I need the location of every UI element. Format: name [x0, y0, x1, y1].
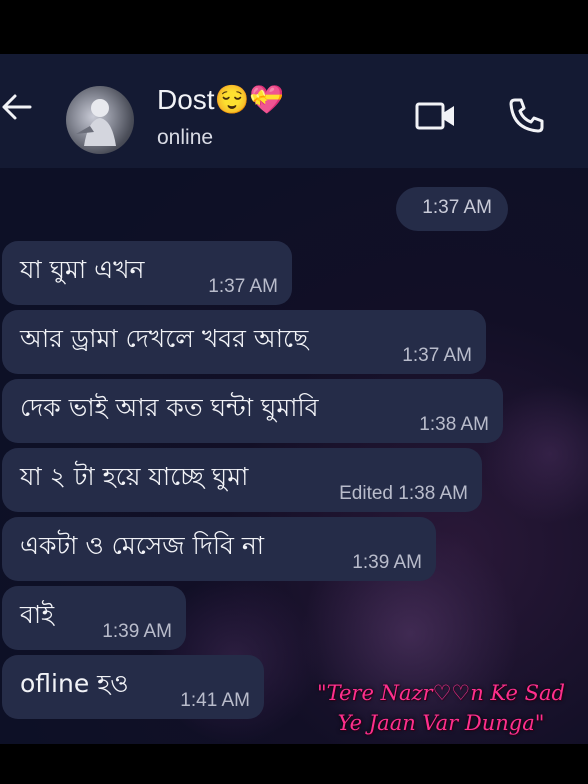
message-text: যা ২ টা হয়ে যাচ্ছে ঘুমা: [20, 462, 249, 491]
chat-screen: Dost😌💝 online 1:37 AM যা ঘুমা এখন 1:37 A…: [0, 54, 588, 744]
phone-icon: [509, 98, 544, 133]
chat-header: Dost😌💝 online: [0, 54, 588, 168]
message-bubble[interactable]: যা ঘুমা এখন 1:37 AM: [2, 241, 292, 305]
message-text: বাই: [20, 600, 55, 629]
back-button[interactable]: [0, 90, 34, 124]
message-time: Edited 1:38 AM: [339, 483, 468, 504]
message-time: 1:41 AM: [180, 690, 250, 711]
message-bubble[interactable]: আর ড্রামা দেখলে খবর আছে 1:37 AM: [2, 310, 486, 374]
outgoing-message-bubble[interactable]: 1:37 AM: [396, 187, 508, 231]
contact-name[interactable]: Dost😌💝: [157, 84, 284, 116]
message-time: 1:39 AM: [102, 621, 172, 642]
arrow-left-icon: [2, 94, 32, 120]
lyrics-line-2: Ye Jaan Var Dunga": [337, 711, 545, 735]
message-bubble[interactable]: যা ২ টা হয়ে যাচ্ছে ঘুমা Edited 1:38 AM: [2, 448, 482, 512]
avatar[interactable]: [66, 86, 134, 154]
video-camera-icon: [415, 102, 454, 130]
message-text: ofline হও: [20, 669, 129, 698]
message-bubble[interactable]: ofline হও 1:41 AM: [2, 655, 264, 719]
message-text: দেক ভাই আর কত ঘন্টা ঘুমাবি: [20, 393, 319, 422]
video-call-button[interactable]: [414, 100, 458, 132]
message-bubble[interactable]: দেক ভাই আর কত ঘন্টা ঘুমাবি 1:38 AM: [2, 379, 503, 443]
lyrics-line-1: "Tere Nazr♡♡n Ke Sad: [316, 681, 566, 705]
message-time: 1:37 AM: [402, 345, 472, 366]
message-time: 1:37 AM: [208, 276, 278, 297]
message-text: যা ঘুমা এখন: [20, 255, 145, 284]
message-text: আর ড্রামা দেখলে খবর আছে: [20, 324, 309, 353]
contact-status: online: [157, 126, 214, 149]
message-text: একটা ও মেসেজ দিবি না: [20, 531, 265, 560]
avatar-photo: [76, 99, 116, 146]
message-time: 1:39 AM: [352, 552, 422, 573]
message-bubble[interactable]: বাই 1:39 AM: [2, 586, 186, 650]
message-time: 1:37 AM: [422, 197, 492, 218]
message-bubble[interactable]: একটা ও মেসেজ দিবি না 1:39 AM: [2, 517, 436, 581]
message-time: 1:38 AM: [419, 414, 489, 435]
lyrics-overlay: "Tere Nazr♡♡n Ke Sad Ye Jaan Var Dunga": [286, 678, 588, 738]
voice-call-button[interactable]: [506, 96, 546, 136]
